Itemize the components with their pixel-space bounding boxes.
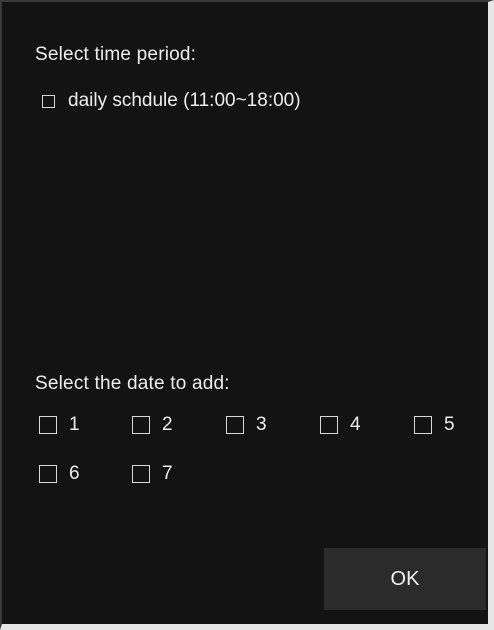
day-7-checkbox[interactable] <box>132 465 150 483</box>
day-3-checkbox[interactable] <box>226 416 244 434</box>
day-option-6[interactable]: 6 <box>39 463 80 485</box>
ok-button[interactable]: OK <box>324 548 486 610</box>
day-option-1[interactable]: 1 <box>39 414 80 436</box>
day-7-label: 7 <box>162 463 173 484</box>
day-3-label: 3 <box>256 414 267 435</box>
day-option-2[interactable]: 2 <box>132 414 173 436</box>
day-2-checkbox[interactable] <box>132 416 150 434</box>
day-1-checkbox[interactable] <box>39 416 57 434</box>
daily-schedule-option[interactable]: daily schdule (11:00~18:00) <box>42 90 301 112</box>
day-4-label: 4 <box>350 414 361 435</box>
time-period-label: Select time period: <box>35 44 197 65</box>
day-option-7[interactable]: 7 <box>132 463 173 485</box>
day-5-checkbox[interactable] <box>414 416 432 434</box>
day-1-label: 1 <box>69 414 80 435</box>
day-6-checkbox[interactable] <box>39 465 57 483</box>
day-6-label: 6 <box>69 463 80 484</box>
add-schedule-dialog: Select time period: daily schdule (11:00… <box>0 0 494 630</box>
daily-schedule-label: daily schdule (11:00~18:00) <box>68 90 301 111</box>
day-2-label: 2 <box>162 414 173 435</box>
daily-schedule-checkbox[interactable] <box>42 94 55 108</box>
day-option-5[interactable]: 5 <box>414 414 455 436</box>
day-5-label: 5 <box>444 414 455 435</box>
day-4-checkbox[interactable] <box>320 416 338 434</box>
day-option-3[interactable]: 3 <box>226 414 267 436</box>
day-option-4[interactable]: 4 <box>320 414 361 436</box>
date-to-add-label: Select the date to add: <box>35 373 230 394</box>
